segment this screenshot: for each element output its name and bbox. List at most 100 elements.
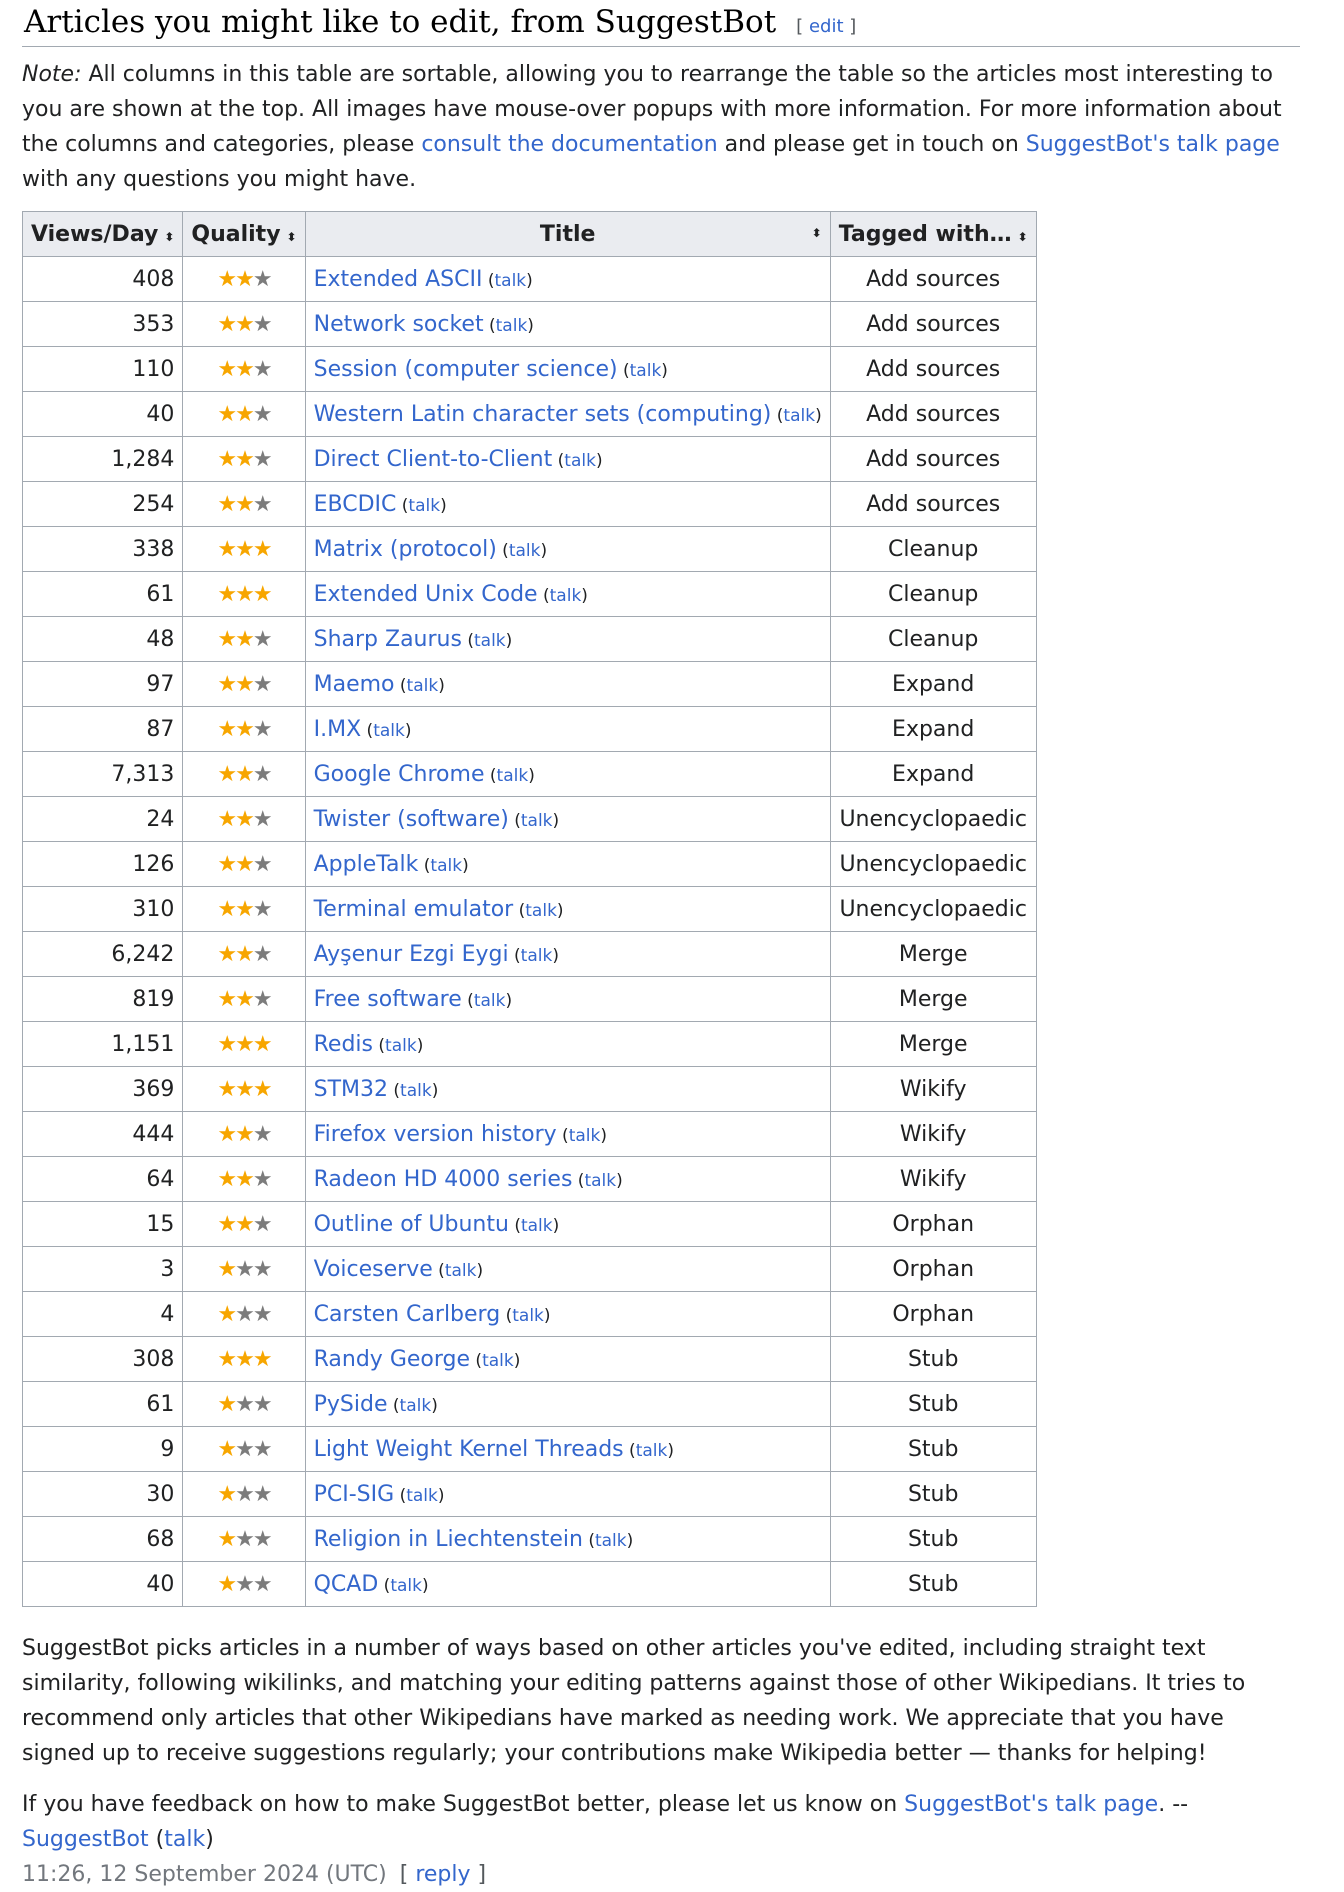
article-talk-link[interactable]: talk (569, 1126, 601, 1146)
views-cell: 64 (21, 1156, 184, 1202)
article-talk-link[interactable]: talk (495, 271, 527, 291)
article-talk-link[interactable]: talk (445, 1261, 477, 1281)
article-link[interactable]: STM32 (314, 1077, 388, 1102)
talk-wrapper: (talk) (500, 1305, 551, 1326)
article-link[interactable]: Google Chrome (314, 762, 485, 787)
article-talk-link[interactable]: talk (525, 901, 557, 921)
article-talk-link[interactable]: talk (407, 676, 439, 696)
article-link[interactable]: Sharp Zaurus (314, 627, 462, 652)
article-link[interactable]: Radeon HD 4000 series (314, 1167, 573, 1192)
article-talk-link[interactable]: talk (512, 1306, 544, 1326)
column-header-title[interactable]: Title ⬍ (304, 211, 831, 257)
star-filled-icon: ★ (235, 986, 255, 1012)
article-link[interactable]: Network socket (314, 312, 484, 337)
article-talk-link[interactable]: talk (390, 1576, 422, 1596)
article-talk-link[interactable]: talk (496, 316, 528, 336)
title-cell: Radeon HD 4000 series (talk) (304, 1156, 831, 1202)
quality-stars-icon: ★★★ (217, 582, 272, 607)
star-empty-icon: ★ (252, 761, 273, 787)
article-talk-link[interactable]: talk (406, 1486, 438, 1506)
article-talk-link[interactable]: talk (474, 631, 506, 651)
article-link[interactable]: Randy George (314, 1347, 470, 1372)
article-link[interactable]: Outline of Ubuntu (314, 1212, 509, 1237)
article-link[interactable]: Free software (314, 987, 462, 1012)
article-link[interactable]: Religion in Liechtenstein (314, 1527, 583, 1552)
article-link[interactable]: QCAD (314, 1572, 379, 1597)
title-cell: Matrix (protocol) (talk) (304, 526, 831, 572)
suggestbot-talk-link[interactable]: SuggestBot's talk page (1026, 132, 1280, 157)
table-row: 369 ★★★ STM32 (talk) Wikify (21, 1066, 1037, 1112)
column-header-views[interactable]: Views/Day ⬍ (21, 211, 184, 257)
article-talk-link[interactable]: talk (550, 586, 582, 606)
article-link[interactable]: AppleTalk (314, 852, 419, 877)
article-talk-link[interactable]: talk (630, 361, 662, 381)
quality-cell: ★★★ (182, 976, 306, 1022)
quality-stars-icon: ★★★ (217, 1077, 272, 1102)
article-talk-link[interactable]: talk (400, 1081, 432, 1101)
star-filled-icon: ★ (217, 1346, 237, 1372)
article-link[interactable]: Extended Unix Code (314, 582, 538, 607)
article-link[interactable]: PCI-SIG (314, 1482, 395, 1507)
quality-cell: ★★★ (182, 1381, 306, 1427)
star-empty-icon: ★ (252, 1166, 273, 1192)
signature-talk-link[interactable]: talk (164, 1827, 205, 1852)
reply-link[interactable]: reply (415, 1862, 470, 1887)
article-link[interactable]: Terminal emulator (314, 897, 514, 922)
tag-cell: Add sources (829, 346, 1037, 392)
quality-cell: ★★★ (182, 1201, 306, 1247)
article-link[interactable]: Carsten Carlberg (314, 1302, 501, 1327)
article-talk-link[interactable]: talk (385, 1036, 417, 1056)
article-link[interactable]: Maemo (314, 672, 395, 697)
column-header-quality[interactable]: Quality ⬍ (182, 211, 306, 257)
article-link[interactable]: Matrix (protocol) (314, 537, 497, 562)
article-link[interactable]: EBCDIC (314, 492, 397, 517)
article-link[interactable]: Light Weight Kernel Threads (314, 1437, 624, 1462)
quality-cell: ★★★ (182, 256, 306, 302)
article-talk-link[interactable]: talk (564, 451, 596, 471)
star-empty-icon: ★ (252, 626, 273, 652)
feedback-talk-link[interactable]: SuggestBot's talk page (904, 1792, 1158, 1817)
tag-cell: Unencyclopaedic (829, 841, 1037, 887)
star-filled-icon: ★ (217, 401, 237, 427)
title-cell: STM32 (talk) (304, 1066, 831, 1112)
tag-cell: Expand (829, 706, 1037, 752)
star-filled-icon: ★ (217, 1526, 237, 1552)
article-talk-link[interactable]: talk (400, 1396, 432, 1416)
article-talk-link[interactable]: talk (521, 946, 553, 966)
article-talk-link[interactable]: talk (497, 766, 529, 786)
article-talk-link[interactable]: talk (595, 1531, 627, 1551)
documentation-link[interactable]: consult the documentation (421, 132, 717, 157)
star-filled-icon: ★ (235, 536, 255, 562)
column-header-tagged[interactable]: Tagged with… ⬍ (829, 211, 1037, 257)
talk-wrapper: (talk) (396, 495, 447, 516)
article-link[interactable]: Voiceserve (314, 1257, 433, 1282)
article-link[interactable]: Western Latin character sets (computing) (314, 402, 772, 427)
article-talk-link[interactable]: talk (474, 991, 506, 1011)
article-link[interactable]: Extended ASCII (314, 267, 483, 292)
article-talk-link[interactable]: talk (636, 1441, 668, 1461)
talk-wrapper: (talk) (387, 1395, 438, 1416)
article-link[interactable]: I.MX (314, 717, 362, 742)
article-talk-link[interactable]: talk (584, 1171, 616, 1191)
article-talk-link[interactable]: talk (783, 406, 815, 426)
title-cell: Session (computer science) (talk) (304, 346, 831, 392)
table-row: 819 ★★★ Free software (talk) Merge (21, 976, 1037, 1022)
article-link[interactable]: Ayşenur Ezgi Eygi (314, 942, 509, 967)
article-link[interactable]: Direct Client-to-Client (314, 447, 553, 472)
edit-link[interactable]: edit (809, 16, 844, 37)
article-link[interactable]: Session (computer science) (314, 357, 618, 382)
article-talk-link[interactable]: talk (509, 541, 541, 561)
star-empty-icon: ★ (252, 1436, 273, 1462)
article-link[interactable]: PySide (314, 1392, 388, 1417)
signature-user-link[interactable]: SuggestBot (22, 1827, 149, 1852)
article-link[interactable]: Firefox version history (314, 1122, 557, 1147)
talk-wrapper: (talk) (461, 630, 513, 651)
article-talk-link[interactable]: talk (408, 496, 440, 516)
article-talk-link[interactable]: talk (521, 811, 553, 831)
article-talk-link[interactable]: talk (521, 1216, 553, 1236)
article-talk-link[interactable]: talk (373, 721, 405, 741)
article-link[interactable]: Redis (314, 1032, 373, 1057)
article-talk-link[interactable]: talk (430, 856, 462, 876)
article-talk-link[interactable]: talk (482, 1351, 514, 1371)
article-link[interactable]: Twister (software) (314, 807, 509, 832)
